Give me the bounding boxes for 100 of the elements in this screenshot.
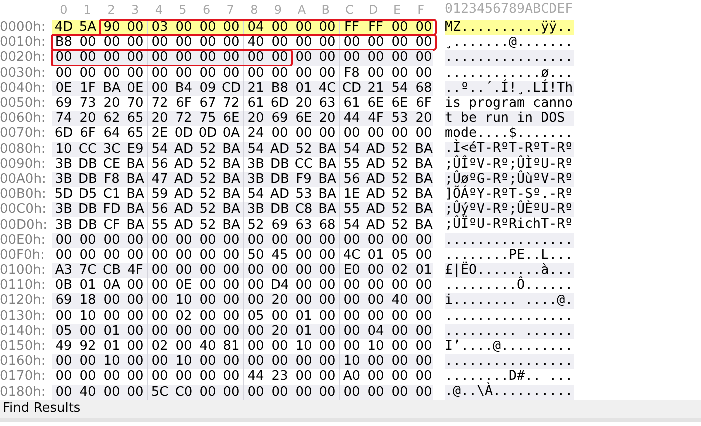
- hex-byte[interactable]: 01: [412, 263, 436, 278]
- hex-byte[interactable]: 40: [196, 338, 220, 354]
- hex-byte[interactable]: 01: [292, 308, 316, 324]
- hex-byte[interactable]: 67: [196, 96, 220, 112]
- hex-byte[interactable]: B8: [52, 35, 76, 50]
- hex-byte[interactable]: 00: [412, 66, 436, 81]
- hex-byte[interactable]: 10: [172, 293, 196, 309]
- hex-byte[interactable]: 00: [172, 338, 196, 354]
- hex-byte[interactable]: 20: [100, 96, 124, 112]
- hex-byte[interactable]: 75: [196, 111, 220, 126]
- hex-byte[interactable]: 00: [100, 232, 124, 248]
- hex-byte[interactable]: 59: [148, 187, 172, 202]
- hex-byte[interactable]: 24: [244, 126, 268, 142]
- hex-byte[interactable]: 3B: [244, 172, 268, 188]
- hex-byte[interactable]: 90: [100, 20, 124, 36]
- hex-byte[interactable]: 00: [268, 126, 292, 142]
- hex-byte[interactable]: 00: [364, 50, 388, 66]
- hex-byte[interactable]: 00: [340, 278, 364, 294]
- hex-byte[interactable]: 52: [388, 156, 412, 172]
- hex-byte[interactable]: 3B: [244, 202, 268, 218]
- hex-byte[interactable]: 00: [412, 248, 436, 263]
- hex-byte[interactable]: 54: [340, 217, 364, 233]
- hex-byte[interactable]: 6F: [172, 96, 196, 112]
- hex-byte[interactable]: 02: [388, 263, 412, 278]
- hex-byte[interactable]: 00: [412, 369, 436, 384]
- hex-byte[interactable]: 52: [388, 187, 412, 202]
- hex-byte[interactable]: 6D: [52, 126, 76, 142]
- hex-byte[interactable]: 40: [244, 35, 268, 50]
- hex-byte[interactable]: 21: [244, 80, 268, 96]
- hex-byte[interactable]: C1: [100, 187, 124, 202]
- hex-byte[interactable]: 00: [388, 384, 412, 400]
- hex-byte[interactable]: 00: [340, 293, 364, 309]
- hex-byte[interactable]: 00: [124, 35, 148, 50]
- hex-byte[interactable]: 72: [172, 111, 196, 126]
- hex-byte[interactable]: 00: [412, 338, 436, 354]
- hex-byte[interactable]: 00: [340, 338, 364, 354]
- hex-byte[interactable]: 00: [148, 50, 172, 66]
- hex-byte[interactable]: 3B: [52, 217, 76, 233]
- hex-byte[interactable]: 00: [388, 308, 412, 324]
- hex-byte[interactable]: 62: [100, 111, 124, 126]
- hex-byte[interactable]: A0: [340, 369, 364, 384]
- hex-byte[interactable]: 54: [244, 187, 268, 202]
- hex-byte[interactable]: 00: [388, 354, 412, 370]
- hex-byte[interactable]: 20: [268, 324, 292, 339]
- hex-byte[interactable]: 00: [100, 308, 124, 324]
- hex-byte[interactable]: 10: [52, 142, 76, 157]
- hex-byte[interactable]: 00: [148, 293, 172, 309]
- hex-byte[interactable]: 00: [292, 384, 316, 400]
- hex-byte[interactable]: 52: [388, 217, 412, 233]
- hex-byte[interactable]: 21: [364, 80, 388, 96]
- hex-byte[interactable]: 53: [292, 187, 316, 202]
- hex-byte[interactable]: 00: [148, 324, 172, 339]
- hex-byte[interactable]: 00: [244, 384, 268, 400]
- hex-byte[interactable]: BA: [100, 80, 124, 96]
- hex-byte[interactable]: 04: [244, 20, 268, 36]
- hex-byte[interactable]: B8: [268, 80, 292, 96]
- hex-byte[interactable]: 00: [364, 278, 388, 294]
- hex-byte[interactable]: 00: [172, 232, 196, 248]
- hex-byte[interactable]: 02: [148, 338, 172, 354]
- hex-byte[interactable]: 00: [388, 338, 412, 354]
- hex-byte[interactable]: 00: [100, 50, 124, 66]
- hex-byte[interactable]: AD: [364, 187, 388, 202]
- hex-byte[interactable]: 4F: [364, 111, 388, 126]
- hex-byte[interactable]: CC: [292, 156, 316, 172]
- hex-byte[interactable]: 64: [100, 126, 124, 142]
- hex-byte[interactable]: 00: [148, 263, 172, 278]
- hex-byte[interactable]: 52: [196, 187, 220, 202]
- hex-byte[interactable]: F8: [340, 66, 364, 81]
- hex-byte[interactable]: 01: [100, 324, 124, 339]
- hex-byte[interactable]: 05: [388, 248, 412, 263]
- hex-byte[interactable]: 69: [268, 111, 292, 126]
- hex-byte[interactable]: 00: [340, 384, 364, 400]
- hex-byte[interactable]: FF: [340, 20, 364, 36]
- hex-byte[interactable]: 00: [196, 384, 220, 400]
- hex-byte[interactable]: 00: [172, 50, 196, 66]
- hex-byte[interactable]: AD: [172, 217, 196, 233]
- hex-byte[interactable]: 00: [316, 20, 340, 36]
- hex-byte[interactable]: DB: [268, 172, 292, 188]
- hex-byte[interactable]: 3B: [52, 172, 76, 188]
- hex-byte[interactable]: 00: [220, 20, 244, 36]
- hex-byte[interactable]: CD: [340, 80, 364, 96]
- hex-byte[interactable]: 00: [196, 50, 220, 66]
- hex-byte[interactable]: 00: [388, 35, 412, 50]
- hex-byte[interactable]: 00: [52, 66, 76, 81]
- hex-byte[interactable]: 1E: [340, 187, 364, 202]
- hex-byte[interactable]: 00: [292, 248, 316, 263]
- hex-byte[interactable]: 00: [292, 50, 316, 66]
- hex-byte[interactable]: 3B: [244, 156, 268, 172]
- hex-byte[interactable]: 10: [76, 308, 100, 324]
- hex-byte[interactable]: 03: [148, 20, 172, 36]
- hex-byte[interactable]: 45: [268, 248, 292, 263]
- hex-byte[interactable]: 00: [244, 293, 268, 309]
- hex-byte[interactable]: 05: [244, 308, 268, 324]
- hex-byte[interactable]: 00: [244, 278, 268, 294]
- hex-byte[interactable]: B4: [172, 80, 196, 96]
- hex-byte[interactable]: 00: [196, 293, 220, 309]
- hex-byte[interactable]: CC: [76, 142, 100, 157]
- hex-byte[interactable]: 20: [268, 293, 292, 309]
- hex-byte[interactable]: 69: [52, 96, 76, 112]
- hex-byte[interactable]: 00: [196, 354, 220, 370]
